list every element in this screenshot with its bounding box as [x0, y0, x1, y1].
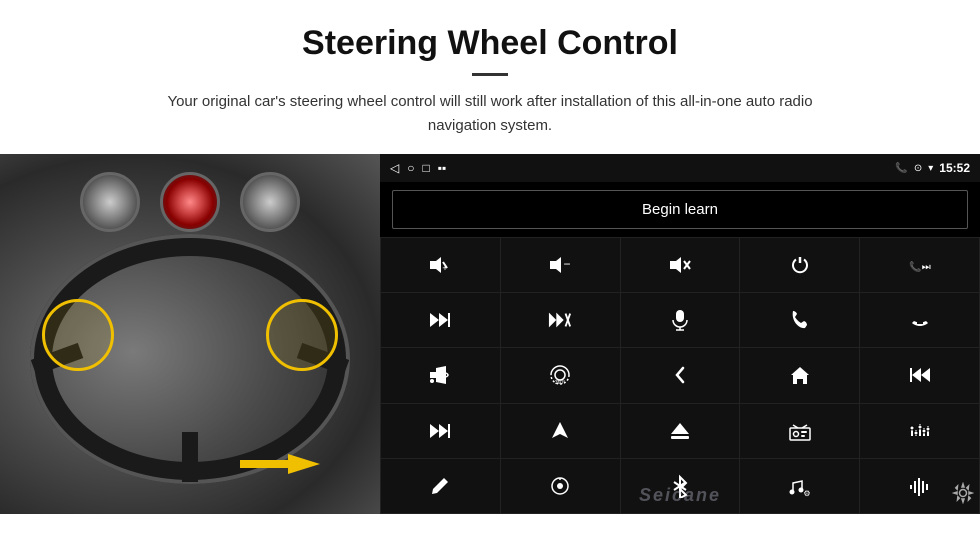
nav-home-icon: ○ — [407, 161, 414, 175]
arrow-body — [240, 454, 320, 474]
head-unit: ◁ ○ □ ▪▪ 📞 ⊙ ▾ 15:52 Begin learn — [380, 154, 980, 514]
skip-cross-button[interactable] — [501, 293, 620, 347]
status-bar: ◁ ○ □ ▪▪ 📞 ⊙ ▾ 15:52 — [380, 154, 980, 182]
eq-button[interactable] — [860, 404, 979, 458]
pen-button[interactable] — [381, 459, 500, 513]
phone-signal-icon: 📞 — [895, 163, 907, 174]
bluetooth-button[interactable] — [621, 459, 740, 513]
power-button[interactable] — [740, 238, 859, 292]
home-button[interactable] — [740, 348, 859, 402]
mic-button[interactable] — [621, 293, 740, 347]
mute-button[interactable] — [621, 238, 740, 292]
phone-call-button[interactable] — [740, 293, 859, 347]
next-track-button[interactable] — [381, 293, 500, 347]
svg-text:📞⏭: 📞⏭ — [909, 260, 930, 273]
knob-button[interactable] — [501, 459, 620, 513]
arrow-overlay — [230, 404, 350, 484]
navigation-button[interactable] — [501, 404, 620, 458]
nav-back-icon: ◁ — [390, 161, 399, 175]
gauge-area — [60, 162, 320, 242]
phone-skip-button[interactable]: 📞⏭ — [860, 238, 979, 292]
wifi-icon: ▾ — [928, 163, 933, 174]
spoke-bottom — [182, 432, 198, 482]
vol-down-button[interactable]: − — [501, 238, 620, 292]
svg-text:360°: 360° — [555, 380, 565, 386]
status-right-icons: 📞 ⊙ ▾ 15:52 — [895, 161, 970, 175]
page-wrapper: Steering Wheel Control Your original car… — [0, 0, 980, 514]
eject-button[interactable] — [621, 404, 740, 458]
begin-learn-button[interactable]: Begin learn — [392, 190, 968, 229]
header-section: Steering Wheel Control Your original car… — [0, 0, 980, 154]
icon-grid: + − — [380, 237, 980, 514]
button-cluster-right — [266, 299, 338, 371]
begin-learn-row: Begin learn — [380, 182, 980, 237]
subtitle: Your original car's steering wheel contr… — [140, 90, 840, 138]
nav-recents-icon: □ — [422, 161, 429, 175]
button-cluster-left — [42, 299, 114, 371]
page-title: Steering Wheel Control — [60, 24, 920, 63]
svg-text:⚙: ⚙ — [803, 489, 810, 497]
vol-up-button[interactable]: + — [381, 238, 500, 292]
svg-text:−: − — [564, 257, 571, 271]
horn-button[interactable] — [381, 348, 500, 402]
prev-track-button[interactable] — [860, 348, 979, 402]
title-divider — [472, 73, 508, 76]
gauge-center — [160, 172, 220, 232]
nav-battery-icon: ▪▪ — [438, 161, 447, 175]
music-settings-button[interactable]: ⚙ — [740, 459, 859, 513]
steering-wheel-image — [0, 154, 380, 514]
svg-text:+: + — [443, 263, 448, 273]
fast-forward-button[interactable] — [381, 404, 500, 458]
back-button[interactable] — [621, 348, 740, 402]
camera-360-button[interactable]: 360° — [501, 348, 620, 402]
status-nav-icons: ◁ ○ □ ▪▪ — [390, 161, 446, 175]
hang-up-button[interactable] — [860, 293, 979, 347]
gps-icon: ⊙ — [914, 163, 922, 174]
content-area: ◁ ○ □ ▪▪ 📞 ⊙ ▾ 15:52 Begin learn — [0, 154, 980, 514]
gauge-left — [80, 172, 140, 232]
radio-button[interactable] — [740, 404, 859, 458]
clock: 15:52 — [939, 161, 970, 175]
gear-icon[interactable] — [952, 482, 974, 510]
gauge-right — [240, 172, 300, 232]
